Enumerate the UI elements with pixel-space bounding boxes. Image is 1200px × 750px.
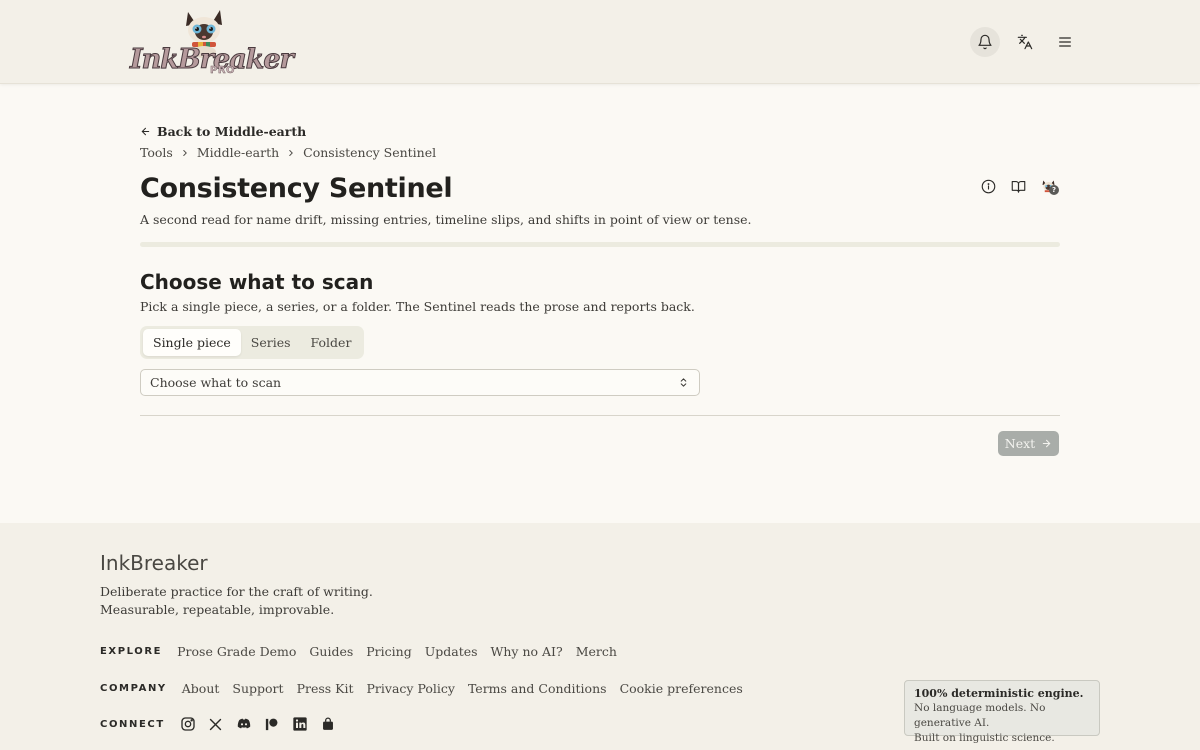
guide-button[interactable]: [1010, 178, 1026, 194]
back-link[interactable]: Back to Middle-earth: [140, 124, 306, 139]
section-title: Choose what to scan: [140, 270, 374, 294]
notifications-button[interactable]: [970, 27, 1000, 57]
tab-single-piece[interactable]: Single piece: [143, 329, 241, 356]
footer-link-merch[interactable]: Merch: [576, 644, 617, 659]
footer-company-row: COMPANY About Support Press Kit Privacy …: [100, 681, 743, 696]
tab-folder[interactable]: Folder: [301, 329, 362, 356]
footer-link-support[interactable]: Support: [232, 681, 283, 696]
breadcrumb: Tools Middle-earth Consistency Sentinel: [140, 145, 436, 160]
info-icon: [981, 179, 995, 193]
footer-link-about[interactable]: About: [182, 681, 220, 696]
section-divider: [140, 415, 1060, 416]
language-button[interactable]: [1010, 27, 1040, 57]
site-footer: InkBreaker Deliberate practice for the c…: [0, 523, 1200, 750]
arrow-right-icon: [1042, 439, 1051, 448]
translate-icon: [1017, 34, 1033, 50]
footer-link-why-no-ai[interactable]: Why no AI?: [491, 644, 563, 659]
social-links: [180, 716, 336, 732]
footer-tagline-1: Deliberate practice for the craft of wri…: [100, 584, 373, 599]
scan-type-tabs: Single piece Series Folder: [140, 326, 365, 359]
engine-title: 100% deterministic engine.: [914, 687, 1084, 700]
footer-explore-row: EXPLORE Prose Grade Demo Guides Pricing …: [100, 644, 617, 659]
select-value: Choose what to scan: [150, 375, 282, 390]
footer-connect-row: CONNECT: [100, 716, 336, 732]
page-subtitle: A second read for name drift, missing en…: [140, 212, 752, 227]
x-link[interactable]: [208, 716, 224, 732]
help-badge: ?: [1049, 185, 1059, 195]
chevron-right-icon: [289, 149, 294, 156]
engine-notice: 100% deterministic engine. No language m…: [904, 680, 1100, 744]
arrow-left-icon: [141, 127, 150, 136]
tab-series[interactable]: Series: [241, 329, 301, 356]
menu-icon: [1059, 37, 1071, 47]
discord-icon: [237, 718, 251, 729]
site-header: InkBreaker PRO: [0, 0, 1200, 84]
footer-link-updates[interactable]: Updates: [425, 644, 478, 659]
scan-target-select[interactable]: Choose what to scan: [140, 369, 700, 396]
footer-link-privacy-policy[interactable]: Privacy Policy: [367, 681, 455, 696]
main-menu-button[interactable]: [1050, 27, 1080, 57]
page-title: Consistency Sentinel: [140, 173, 453, 204]
footer-link-pricing[interactable]: Pricing: [366, 644, 411, 659]
info-button[interactable]: [980, 178, 996, 194]
discord-link[interactable]: [236, 716, 252, 732]
book-open-icon: [1011, 180, 1025, 193]
section-description: Pick a single piece, a series, or a fold…: [140, 299, 695, 314]
instagram-icon: [181, 717, 195, 731]
shop-bag-icon: [322, 717, 333, 730]
patreon-link[interactable]: [264, 716, 280, 732]
footer-explore-label: EXPLORE: [100, 646, 163, 657]
footer-link-cookie-preferences[interactable]: Cookie preferences: [620, 681, 743, 696]
chevrons-up-down-icon: [680, 378, 687, 387]
mascot-help-button[interactable]: ?: [1040, 178, 1059, 195]
engine-line-1: No language models. No generative AI.: [914, 702, 1046, 729]
footer-connect-label: CONNECT: [100, 718, 165, 730]
patreon-icon: [266, 718, 278, 730]
footer-link-prose-grade-demo[interactable]: Prose Grade Demo: [177, 644, 296, 659]
breadcrumb-middle-earth[interactable]: Middle-earth: [197, 145, 279, 160]
page-tools: ?: [980, 178, 1059, 195]
footer-link-terms[interactable]: Terms and Conditions: [468, 681, 607, 696]
next-button[interactable]: Next: [998, 431, 1059, 456]
bell-icon: [978, 34, 992, 50]
progress-bar: [140, 242, 1060, 247]
linkedin-icon: [293, 717, 307, 731]
logo-pro-badge: PRO: [210, 65, 236, 76]
footer-link-guides[interactable]: Guides: [309, 644, 353, 659]
breadcrumb-tools[interactable]: Tools: [140, 145, 173, 160]
inkbreaker-logo[interactable]: InkBreaker PRO: [130, 8, 294, 80]
back-link-label: Back to Middle-earth: [157, 124, 307, 139]
linkedin-link[interactable]: [292, 716, 308, 732]
chevron-right-icon: [183, 149, 187, 156]
footer-brand: InkBreaker: [100, 551, 208, 575]
footer-tagline-2: Measurable, repeatable, improvable.: [100, 602, 335, 617]
engine-line-2: Built on linguistic science.: [914, 732, 1055, 744]
footer-company-label: COMPANY: [100, 683, 167, 694]
breadcrumb-current: Consistency Sentinel: [303, 145, 437, 160]
footer-link-press-kit[interactable]: Press Kit: [297, 681, 354, 696]
next-button-label: Next: [1004, 436, 1036, 451]
instagram-link[interactable]: [180, 716, 196, 732]
x-icon: [210, 718, 222, 730]
shop-link[interactable]: [320, 716, 336, 732]
